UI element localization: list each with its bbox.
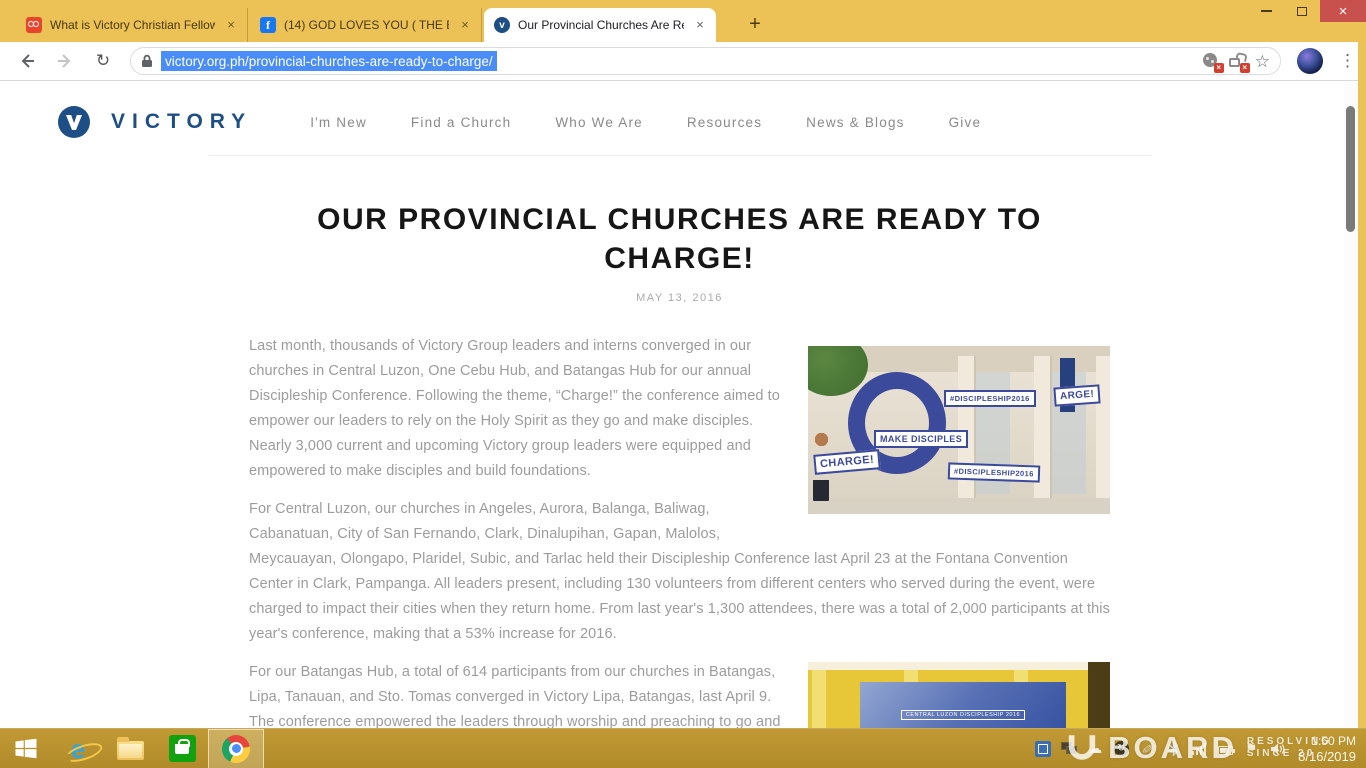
tab-title: (14) GOD LOVES YOU ( THE BRID [284, 18, 449, 32]
article: OUR PROVINCIAL CHURCHES ARE READY TO CHA… [249, 200, 1110, 728]
system-tray: ☁ ↻ ✎ ⚑ 1:50 PM 8/16/2019 [1034, 734, 1366, 764]
internet-explorer-button[interactable]: e [52, 729, 104, 768]
tab1-favicon [26, 17, 42, 33]
forward-icon[interactable] [54, 50, 76, 72]
banner-label: CENTRAL LUZON DISCIPLESHIP 2016 [901, 710, 1025, 720]
reload-icon[interactable]: ↻ [92, 50, 114, 72]
url-text-selected[interactable]: victory.org.ph/provincial-churches-are-r… [161, 51, 497, 71]
site-header: VICTORY I'm New Find a Church Who We Are… [57, 92, 981, 152]
action-center-flag-icon[interactable]: ⚑ [1242, 739, 1260, 759]
nav-find-a-church[interactable]: Find a Church [411, 115, 511, 130]
browser-menu-icon[interactable]: ⋮ [1339, 51, 1356, 71]
page-viewport: VICTORY I'm New Find a Church Who We Are… [0, 82, 1358, 728]
battery-icon[interactable] [1216, 739, 1234, 759]
article-title: OUR PROVINCIAL CHURCHES ARE READY TO CHA… [249, 200, 1110, 278]
page-scrollbar[interactable] [1344, 82, 1358, 728]
window-controls: × [1248, 0, 1366, 22]
victory-logo-icon [57, 105, 91, 139]
sign-discipleship2016-2: #DISCIPLESHIP2016 [948, 462, 1040, 482]
blue-banner: CENTRAL LUZON DISCIPLESHIP 2016 I AM REA… [860, 682, 1066, 728]
network-signal-icon[interactable] [1190, 739, 1208, 759]
cookies-blocked-icon[interactable]: × [1203, 52, 1221, 70]
foliage [808, 346, 868, 396]
clock-date: 8/16/2019 [1298, 749, 1356, 764]
paragraph-2: For Central Luzon, our churches in Angel… [249, 497, 1110, 647]
pen-device-icon[interactable]: ✎ [1136, 738, 1159, 759]
sign-discipleship2016: #DISCIPLESHIP2016 [944, 390, 1036, 407]
volume-icon[interactable] [1268, 739, 1286, 759]
nav-give[interactable]: Give [949, 115, 982, 130]
tab-facebook[interactable]: f (14) GOD LOVES YOU ( THE BRID × [250, 8, 482, 42]
close-button[interactable]: × [1320, 0, 1366, 22]
chrome-icon [222, 735, 250, 763]
new-tab-button[interactable]: + [742, 12, 768, 38]
scrollbar-thumb[interactable] [1346, 106, 1355, 232]
sign-arge: ARGE! [1053, 384, 1100, 406]
browser-toolbar: ↻ victory.org.ph/provincial-churches-are… [0, 42, 1366, 81]
header-divider [209, 155, 1151, 156]
file-explorer-button[interactable] [104, 729, 156, 768]
nav-resources[interactable]: Resources [687, 115, 762, 130]
tab-title: Our Provincial Churches Are Rea [518, 18, 684, 32]
windows-store-button[interactable] [156, 729, 208, 768]
input-method-icon[interactable] [1034, 739, 1052, 759]
site-logo[interactable]: VICTORY [57, 105, 252, 139]
main-nav: I'm New Find a Church Who We Are Resourc… [310, 115, 981, 130]
ie-icon: e [71, 736, 85, 762]
brand-name: VICTORY [111, 110, 252, 134]
screen: What is Victory Christian Fellows × f (1… [0, 0, 1366, 768]
minimize-button[interactable] [1248, 0, 1284, 22]
dual-monitor-icon[interactable] [1060, 739, 1078, 759]
tab-close-icon[interactable]: × [692, 17, 708, 33]
lock-icon[interactable] [141, 54, 153, 68]
facebook-favicon: f [260, 17, 276, 33]
nav-im-new[interactable]: I'm New [310, 115, 367, 130]
conference-group-photo: #DISCIPLESHIP2016 ARGE! MAKE DISCIPLES C… [808, 346, 1110, 514]
clock-time: 1:50 PM [1298, 734, 1356, 749]
tab-provincial-churches[interactable]: v Our Provincial Churches Are Rea × [484, 8, 716, 42]
browser-tabstrip: What is Victory Christian Fellows × f (1… [0, 0, 1366, 42]
tab-close-icon[interactable]: × [457, 17, 473, 33]
nav-news-blogs[interactable]: News & Blogs [806, 115, 904, 130]
take-charge-banner-photo: CENTRAL LUZON DISCIPLESHIP 2016 I AM REA… [808, 662, 1110, 728]
taskbar: e ☁ ↻ ✎ ⚑ 1:50 PM [0, 728, 1366, 768]
store-icon [169, 735, 196, 762]
content-blocked-icon[interactable]: × [1229, 52, 1247, 70]
victory-favicon: v [494, 17, 510, 33]
onedrive-cloud-icon[interactable]: ☁ [1086, 739, 1104, 759]
bookmark-star-icon[interactable]: ☆ [1255, 53, 1270, 70]
back-icon[interactable] [16, 50, 38, 72]
taskbar-clock[interactable]: 1:50 PM 8/16/2019 [1294, 734, 1356, 764]
article-date: MAY 13, 2016 [249, 292, 1110, 304]
maximize-button[interactable] [1284, 0, 1320, 22]
sync-icon[interactable]: ↻ [1112, 739, 1130, 759]
bluetooth-icon[interactable] [1164, 739, 1182, 759]
tab-victory-search[interactable]: What is Victory Christian Fellows × [16, 8, 248, 42]
window-edge [1358, 42, 1366, 728]
profile-avatar[interactable] [1297, 48, 1323, 74]
start-button[interactable] [0, 729, 52, 768]
windows-logo-icon [14, 738, 38, 759]
tab-close-icon[interactable]: × [223, 17, 239, 33]
address-bar[interactable]: victory.org.ph/provincial-churches-are-r… [130, 47, 1281, 75]
nav-who-we-are[interactable]: Who We Are [555, 115, 643, 130]
sign-charge: CHARGE! [813, 449, 881, 475]
folder-icon [117, 741, 144, 760]
sign-make-disciples: MAKE DISCIPLES [874, 430, 968, 448]
chrome-taskbar-button[interactable] [208, 729, 264, 768]
tab-title: What is Victory Christian Fellows [50, 18, 215, 32]
